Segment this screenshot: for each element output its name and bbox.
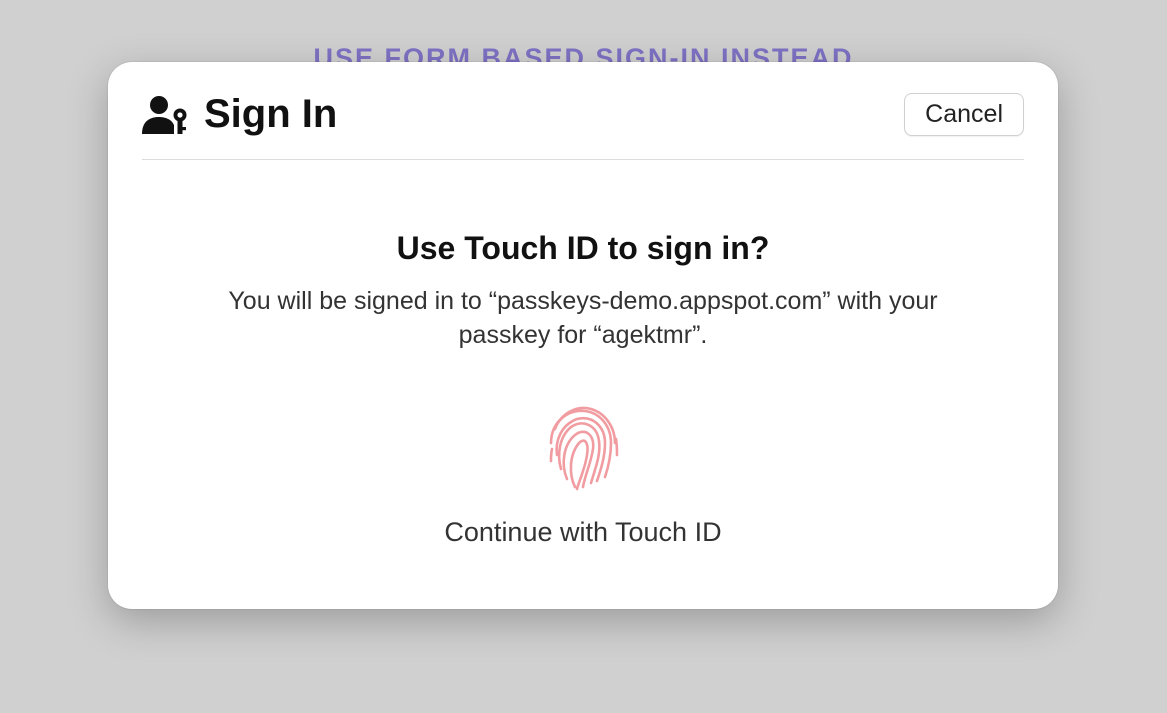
touchid-heading: Use Touch ID to sign in?	[397, 230, 770, 267]
dialog-header: Sign In Cancel	[142, 92, 1024, 159]
dialog-body: Use Touch ID to sign in? You will be sig…	[142, 160, 1024, 581]
continue-touchid-label: Continue with Touch ID	[444, 517, 721, 548]
passkey-icon	[142, 94, 192, 136]
touchid-description: You will be signed in to “passkeys-demo.…	[203, 285, 963, 353]
fingerprint-icon[interactable]	[537, 399, 629, 495]
dialog-title: Sign In	[204, 92, 337, 137]
signin-dialog: Sign In Cancel Use Touch ID to sign in? …	[108, 62, 1058, 609]
cancel-button[interactable]: Cancel	[904, 93, 1024, 136]
title-group: Sign In	[142, 92, 337, 137]
